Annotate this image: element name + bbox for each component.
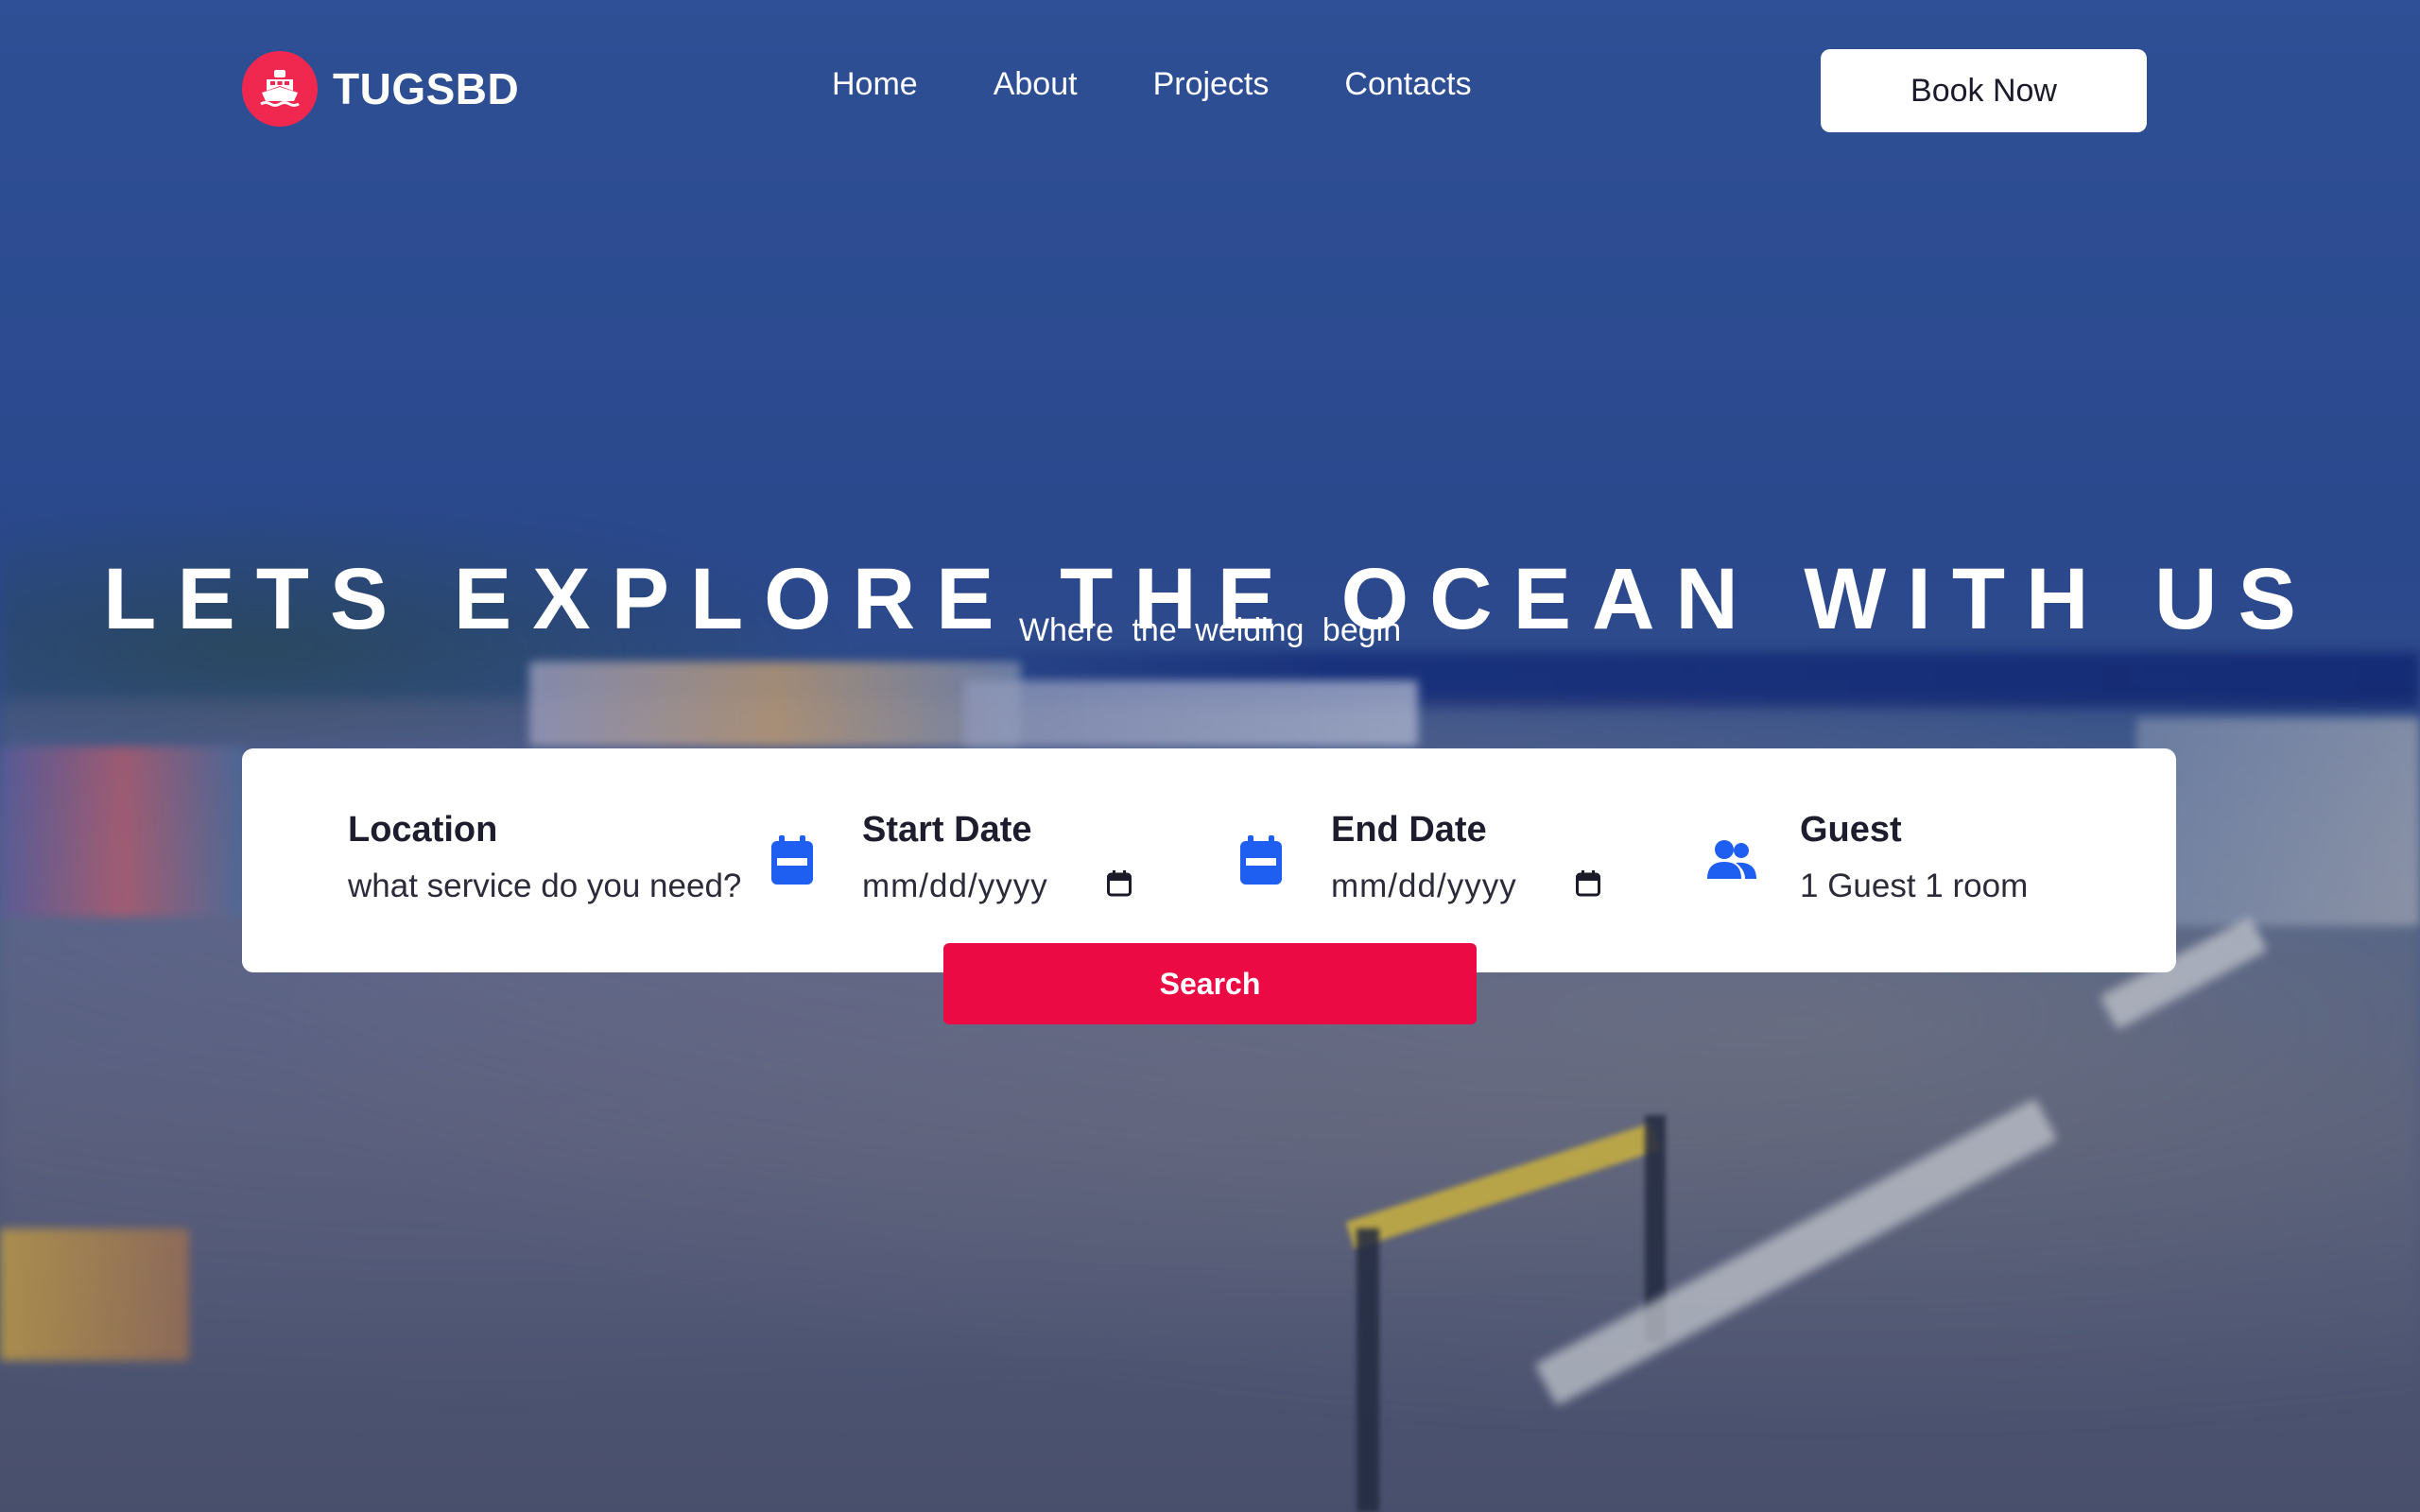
main-menu: Home About Projects Contacts bbox=[832, 66, 1472, 103]
start-date-input[interactable]: mm/dd/yyyy bbox=[862, 868, 1132, 905]
start-date-label: Start Date bbox=[862, 810, 1032, 850]
end-date-value: mm/dd/yyyy bbox=[1331, 868, 1517, 904]
brand-logo[interactable]: TUGSBD bbox=[242, 51, 519, 127]
nav-about-link[interactable]: About bbox=[994, 66, 1078, 103]
location-field: Location what service do you need? bbox=[348, 810, 741, 905]
brand-name: TUGSBD bbox=[333, 64, 520, 113]
ship-icon bbox=[242, 51, 318, 127]
calendar-icon bbox=[771, 835, 813, 889]
nav-contacts-link[interactable]: Contacts bbox=[1344, 66, 1471, 103]
start-date-field: Start Date mm/dd/yyyy bbox=[862, 810, 1132, 905]
end-date-field: End Date mm/dd/yyyy bbox=[1331, 810, 1600, 905]
guest-label: Guest bbox=[1800, 810, 1902, 850]
date-picker-icon[interactable] bbox=[1575, 868, 1600, 905]
start-date-value: mm/dd/yyyy bbox=[862, 868, 1048, 904]
location-label: Location bbox=[348, 810, 498, 850]
date-picker-icon[interactable] bbox=[1106, 868, 1132, 905]
calendar-icon bbox=[1240, 835, 1282, 889]
users-icon bbox=[1707, 839, 1756, 885]
hero-subtitle: Where the welding begin bbox=[1018, 612, 1402, 648]
search-card: Location what service do you need? Start… bbox=[242, 748, 2176, 972]
guest-field: Guest 1 Guest 1 room bbox=[1800, 810, 2028, 905]
guest-select[interactable]: 1 Guest 1 room bbox=[1800, 868, 2028, 905]
end-date-label: End Date bbox=[1331, 810, 1487, 850]
top-nav: TUGSBD Home About Projects Contacts Book… bbox=[0, 0, 2420, 180]
book-now-button[interactable]: Book Now bbox=[1821, 49, 2147, 132]
end-date-input[interactable]: mm/dd/yyyy bbox=[1331, 868, 1600, 905]
search-button[interactable]: Search bbox=[943, 943, 1477, 1024]
location-input[interactable]: what service do you need? bbox=[348, 868, 741, 905]
nav-projects-link[interactable]: Projects bbox=[1153, 66, 1270, 103]
nav-home-link[interactable]: Home bbox=[832, 66, 918, 103]
